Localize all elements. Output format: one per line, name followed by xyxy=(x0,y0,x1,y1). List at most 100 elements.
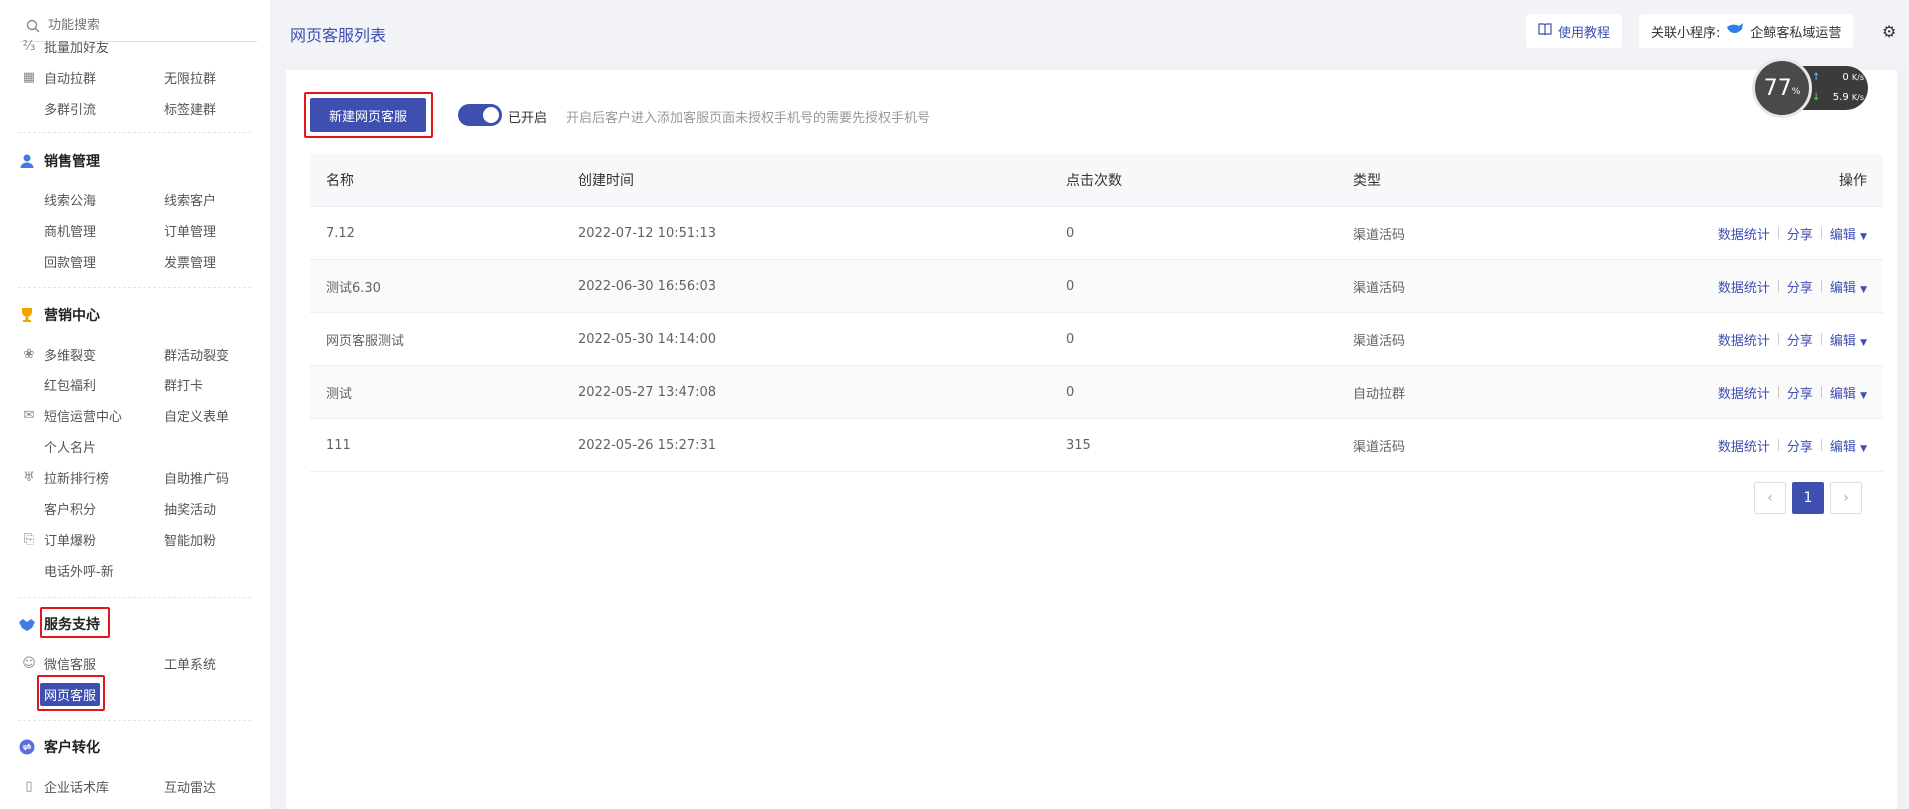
sidebar-item-invoices[interactable]: 发票管理 xyxy=(164,252,216,271)
download-value: 5.9 xyxy=(1832,92,1849,103)
sidebar-item-label: 短信运营中心 xyxy=(44,410,123,425)
cell-created-time: 2022-05-26 15:27:31 xyxy=(578,437,717,453)
sidebar-item-tag-group[interactable]: 标签建群 xyxy=(164,99,216,118)
share-link[interactable]: 分享 xyxy=(1787,277,1813,296)
mini-program-name: 企鲸客私域运营 xyxy=(1750,25,1842,41)
toggle-status-label: 已开启 xyxy=(508,111,548,126)
cpu-usage-gauge: 77% xyxy=(1752,58,1812,118)
stats-link[interactable]: 数据统计 xyxy=(1718,330,1770,349)
stats-link[interactable]: 数据统计 xyxy=(1718,436,1770,455)
settings-gear-icon[interactable]: ⚙ xyxy=(1882,22,1896,41)
sidebar-item-label: 无限拉群 xyxy=(164,72,217,87)
prev-page-button[interactable]: ‹ xyxy=(1754,482,1786,514)
sidebar-item-label: 拉新排行榜 xyxy=(44,472,110,487)
share-link[interactable]: 分享 xyxy=(1787,436,1813,455)
sidebar-item-lead-pool[interactable]: 线索公海 xyxy=(44,190,96,209)
edit-dropdown[interactable]: 编辑 ▼ xyxy=(1830,277,1867,296)
column-header-name: 名称 xyxy=(326,173,354,189)
tutorial-button[interactable]: 使用教程 xyxy=(1526,14,1623,48)
sidebar-item-outbound-call[interactable]: 电话外呼-新 xyxy=(44,561,114,580)
sidebar-item-label: 互动雷达 xyxy=(164,781,217,796)
cell-type: 渠道活码 xyxy=(1353,439,1406,455)
edit-dropdown[interactable]: 编辑 ▼ xyxy=(1830,436,1867,455)
sidebar-item-script-library[interactable]: ▯ 企业话术库 xyxy=(22,777,109,796)
share-link[interactable]: 分享 xyxy=(1787,383,1813,402)
chat-icon: ☺ xyxy=(22,656,36,671)
op-separator xyxy=(1777,386,1779,398)
sidebar-item-multi-fission[interactable]: ❀ 多维裂变 xyxy=(22,345,96,364)
search-input[interactable] xyxy=(48,18,248,33)
sidebar-item-promo-code[interactable]: 自助推广码 xyxy=(164,468,229,487)
sidebar-item-label: 个人名片 xyxy=(44,441,97,456)
sidebar-item-label: 客户积分 xyxy=(44,503,97,518)
sidebar-item-unlimited-group[interactable]: 无限拉群 xyxy=(164,68,216,87)
sidebar-item-ticket-system[interactable]: 工单系统 xyxy=(164,654,216,673)
sidebar-item-radar[interactable]: 互动雷达 xyxy=(164,777,216,796)
users-icon: ⅔ xyxy=(22,39,36,54)
sidebar-item-label: 发票管理 xyxy=(164,256,217,271)
op-separator xyxy=(1777,439,1779,451)
next-page-button[interactable]: › xyxy=(1830,482,1862,514)
top-header: 网页客服列表 使用教程 关联小程序: 企鲸客私域运营 ⚙ xyxy=(270,0,1909,64)
op-separator xyxy=(1820,333,1822,345)
sidebar-item-group-fission[interactable]: 群活动裂变 xyxy=(164,345,229,364)
sidebar-divider xyxy=(18,287,251,288)
edit-label: 编辑 xyxy=(1829,280,1856,296)
edit-dropdown[interactable]: 编辑 ▼ xyxy=(1830,383,1867,402)
sidebar-item-payments[interactable]: 回款管理 xyxy=(44,252,96,271)
sidebar-item-label: 自助推广码 xyxy=(164,472,230,487)
sidebar-item-label: 微信客服 xyxy=(44,658,97,673)
caret-down-icon: ▼ xyxy=(1860,390,1867,401)
sidebar-item-label: 电话外呼-新 xyxy=(44,565,114,580)
sidebar-item-business-card[interactable]: 个人名片 xyxy=(44,437,96,456)
sidebar-item-leaderboard[interactable]: ♅ 拉新排行榜 xyxy=(22,468,109,487)
book-icon: ▯ xyxy=(25,779,33,794)
cell-clicks: 0 xyxy=(1066,278,1075,294)
stats-link[interactable]: 数据统计 xyxy=(1718,224,1770,243)
stats-link[interactable]: 数据统计 xyxy=(1718,277,1770,296)
op-separator xyxy=(1820,386,1822,398)
cell-type: 渠道活码 xyxy=(1353,333,1406,349)
sidebar-item-sms-center[interactable]: ✉ 短信运营中心 xyxy=(22,406,122,425)
sidebar-item-wechat-service[interactable]: ☺ 微信客服 xyxy=(22,654,96,673)
cell-type: 渠道活码 xyxy=(1353,280,1406,296)
convert-icon xyxy=(18,738,36,756)
toggle-knob xyxy=(483,107,499,123)
book-open-icon xyxy=(1538,23,1552,39)
edit-dropdown[interactable]: 编辑 ▼ xyxy=(1830,330,1867,349)
sidebar-group-marketing[interactable]: 营销中心 xyxy=(18,305,100,325)
column-header-clicks: 点击次数 xyxy=(1066,173,1122,189)
trophy-icon xyxy=(18,306,36,324)
sidebar-item-opportunities[interactable]: 商机管理 xyxy=(44,221,96,240)
share-link[interactable]: 分享 xyxy=(1787,330,1813,349)
cell-type: 自动拉群 xyxy=(1353,386,1406,402)
sidebar-divider xyxy=(18,720,251,721)
op-separator xyxy=(1820,439,1822,451)
sidebar-item-multi-group[interactable]: 多群引流 xyxy=(44,99,96,118)
sidebar-item-lead-customers[interactable]: 线索客户 xyxy=(164,190,216,209)
sidebar-item-orders[interactable]: 订单管理 xyxy=(164,221,216,240)
share-link[interactable]: 分享 xyxy=(1787,224,1813,243)
network-monitor-widget[interactable]: ↑ 0 K/s ↓ 5.9 K/s 77% xyxy=(1752,58,1872,118)
sidebar-item-points[interactable]: 客户积分 xyxy=(44,499,96,518)
sidebar-item-auto-group[interactable]: ▦ 自动拉群 xyxy=(22,68,96,87)
mini-program-link[interactable]: 关联小程序: 企鲸客私域运营 xyxy=(1639,14,1854,48)
op-separator xyxy=(1777,333,1779,345)
edit-dropdown[interactable]: 编辑 ▼ xyxy=(1830,224,1867,243)
sidebar-item-lottery[interactable]: 抽奖活动 xyxy=(164,499,216,518)
sidebar-item-smart-fans[interactable]: 智能加粉 xyxy=(164,530,216,549)
sidebar-item-order-fans[interactable]: ⎘ 订单爆粉 xyxy=(22,530,96,549)
clipboard-icon: ⎘ xyxy=(23,532,35,547)
sidebar-item-custom-form[interactable]: 自定义表单 xyxy=(164,406,229,425)
sidebar-item-label: 订单管理 xyxy=(164,225,217,240)
sidebar-group-conversion[interactable]: 客户转化 xyxy=(18,737,100,757)
page-number-button[interactable]: 1 xyxy=(1792,482,1824,514)
person-icon xyxy=(18,152,36,170)
cell-ops: 数据统计 分享 编辑 ▼ xyxy=(1718,224,1867,243)
sidebar-item-group-checkin[interactable]: 群打卡 xyxy=(164,375,203,394)
sidebar-item-batch-add[interactable]: ⅔ 批量加好友 xyxy=(22,37,109,56)
stats-link[interactable]: 数据统计 xyxy=(1718,383,1770,402)
sidebar-item-red-packet[interactable]: 红包福利 xyxy=(44,375,96,394)
enable-toggle[interactable] xyxy=(458,104,502,126)
sidebar-group-sales[interactable]: 销售管理 xyxy=(18,151,100,171)
